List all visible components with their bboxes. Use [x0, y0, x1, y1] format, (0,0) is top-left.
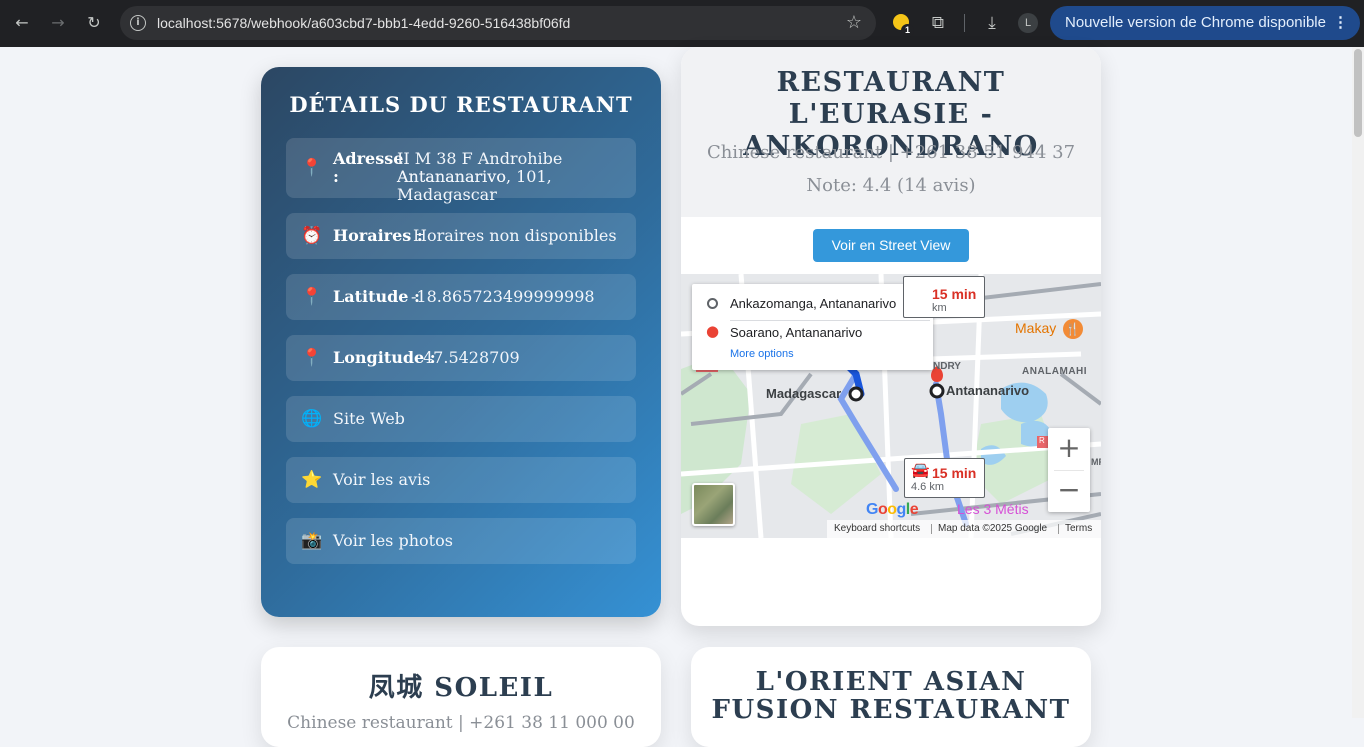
map-data-label: Map data ©2025 Google	[938, 523, 1048, 534]
map-label-r-marker: R	[1039, 436, 1045, 445]
more-options-link[interactable]: More options	[730, 347, 794, 361]
details-title: DÉTAILS DU RESTAURANT	[289, 92, 633, 117]
restaurant-header: RESTAURANT L'EURASIE - ANKORONDRANO Chin…	[681, 47, 1101, 217]
star-icon: ⭐	[301, 470, 323, 490]
address-bar[interactable]: i localhost:5678/webhook/a603cbd7-bbb1-4…	[120, 6, 876, 40]
latitude-label: Latitude :	[333, 287, 420, 306]
pin-icon: 📍	[301, 348, 323, 368]
attribution-divider	[931, 524, 932, 534]
back-arrow-icon[interactable]: ←	[10, 11, 34, 35]
update-label: Nouvelle version de Chrome disponible	[1065, 14, 1326, 31]
zoom-divider	[1054, 470, 1084, 471]
reload-icon[interactable]: ↻	[82, 11, 106, 35]
download-icon[interactable]: ⤓	[980, 11, 1004, 35]
directions-panel[interactable]: Ankazomanga, Antananarivo ● Soarano, Ant…	[692, 284, 933, 370]
directions-divider	[730, 320, 930, 321]
route-time-top: 15 min	[932, 286, 977, 302]
map-label-mp: MP	[1091, 457, 1101, 467]
url-text[interactable]: localhost:5678/webhook/a603cbd7-bbb1-4ed…	[157, 14, 570, 32]
longitude-row: 📍 Longitude : 47.5428709	[286, 335, 636, 381]
more-vert-icon[interactable]: ⋮	[1333, 6, 1348, 40]
map-embed[interactable]: Ankazomanga, Antananarivo ● Soarano, Ant…	[681, 274, 1101, 538]
reviews-link[interactable]: Voir les avis	[333, 471, 430, 489]
restaurant-name: L'ORIENT ASIAN FUSION RESTAURANT	[711, 667, 1071, 725]
hours-row: ⏰ Horaires : Horaires non disponibles	[286, 213, 636, 259]
restaurant-card-lorient: L'ORIENT ASIAN FUSION RESTAURANT	[691, 647, 1091, 747]
terms-link[interactable]: Terms	[1065, 520, 1092, 538]
satellite-toggle[interactable]	[692, 483, 735, 526]
page-scrollbar[interactable]	[1352, 47, 1364, 718]
map-attribution: Keyboard shortcuts Map data ©2025 Google…	[827, 520, 1101, 538]
site-info-icon[interactable]: i	[130, 15, 146, 31]
latitude-row: 📍 Latitude : -18.865723499999998	[286, 274, 636, 320]
forward-arrow-icon[interactable]: →	[46, 11, 70, 35]
toolbar-divider	[964, 14, 965, 32]
address-value-line2: Antananarivo, 101, Madagascar	[397, 167, 552, 204]
reviews-link-row[interactable]: ⭐ Voir les avis	[286, 457, 636, 503]
globe-icon: 🌐	[301, 409, 323, 429]
restaurant-rating: Note: 4.4 (14 avis)	[806, 175, 976, 196]
zoom-in-button[interactable]: +	[1048, 428, 1090, 470]
map-label-makay[interactable]: Makay	[1015, 320, 1056, 336]
photos-link[interactable]: Voir les photos	[333, 532, 453, 550]
website-link[interactable]: Site Web	[333, 410, 405, 428]
car-icon: 🚘	[911, 461, 930, 479]
restaurant-subtitle: Chinese restaurant | +261 38 51 944 37	[706, 142, 1076, 163]
pin-icon: 📍	[301, 287, 323, 307]
destination-pin-icon: ●	[706, 322, 720, 340]
restaurant-subtitle: Chinese restaurant | +261 38 11 000 00	[287, 713, 635, 733]
hours-value: Horaires non disponibles	[413, 226, 617, 245]
keyboard-shortcuts-link[interactable]: Keyboard shortcuts	[834, 520, 920, 538]
bookmark-star-icon[interactable]: ☆	[846, 12, 862, 34]
street-view-button[interactable]: Voir en Street View	[813, 229, 969, 262]
map-label-analamahi: ANALAMAHI	[1022, 366, 1088, 377]
map-label-madagascar: Madagascar	[766, 386, 842, 401]
map-label-antananarivo: Antananarivo	[946, 383, 1030, 398]
longitude-value: 47.5428709	[423, 348, 520, 367]
google-logo: Google	[866, 501, 919, 518]
latitude-value: -18.865723499999998	[411, 287, 595, 306]
avatar[interactable]: L	[1018, 13, 1038, 33]
puzzle-icon[interactable]: ⧉	[926, 11, 950, 35]
extension-badge: 1	[901, 24, 914, 37]
route-destination[interactable]: Soarano, Antananarivo	[730, 325, 862, 341]
map-label-les-3-metis[interactable]: Les 3 Métis	[957, 501, 1029, 517]
route-time-bottom: 15 min	[932, 465, 977, 481]
website-link-row[interactable]: 🌐 Site Web	[286, 396, 636, 442]
route-distance-bottom: 4.6 km	[911, 481, 945, 493]
photos-link-row[interactable]: 📸 Voir les photos	[286, 518, 636, 564]
address-label: Adresse :	[333, 149, 404, 186]
origin-icon	[707, 298, 718, 309]
zoom-controls: + −	[1048, 428, 1090, 512]
pin-icon: 📍	[301, 158, 323, 178]
address-row: 📍 Adresse : II M 38 F Androhibe Antanana…	[286, 138, 636, 204]
restaurant-name: 凤城 SOLEIL	[368, 673, 554, 703]
attribution-divider	[1058, 524, 1059, 534]
route-time-callout-bottom[interactable]: 15 min 4.6 km 🚘	[904, 458, 985, 498]
camera-icon: 📸	[301, 531, 323, 551]
details-card: DÉTAILS DU RESTAURANT 📍 Adresse : II M 3…	[261, 67, 661, 617]
chrome-update-button[interactable]: Nouvelle version de Chrome disponible ⋮	[1050, 6, 1360, 40]
longitude-label: Longitude :	[333, 348, 436, 367]
scrollbar-thumb[interactable]	[1354, 49, 1362, 137]
clock-icon: ⏰	[301, 226, 323, 246]
route-time-callout-top[interactable]: 15 min km	[903, 276, 985, 318]
route-origin[interactable]: Ankazomanga, Antananarivo	[730, 296, 896, 312]
browser-toolbar: ← → ↻ i localhost:5678/webhook/a603cbd7-…	[0, 0, 1364, 47]
route-distance-top: km	[932, 302, 947, 314]
restaurant-card: RESTAURANT L'EURASIE - ANKORONDRANO Chin…	[681, 47, 1101, 626]
restaurant-marker-icon[interactable]: 🍴	[1065, 322, 1080, 336]
map-label-ndry: NDRY	[933, 361, 961, 372]
zoom-out-button[interactable]: −	[1048, 470, 1090, 512]
hours-label: Horaires :	[333, 226, 423, 245]
restaurant-card-soleil: 凤城 SOLEIL Chinese restaurant | +261 38 1…	[261, 647, 661, 747]
